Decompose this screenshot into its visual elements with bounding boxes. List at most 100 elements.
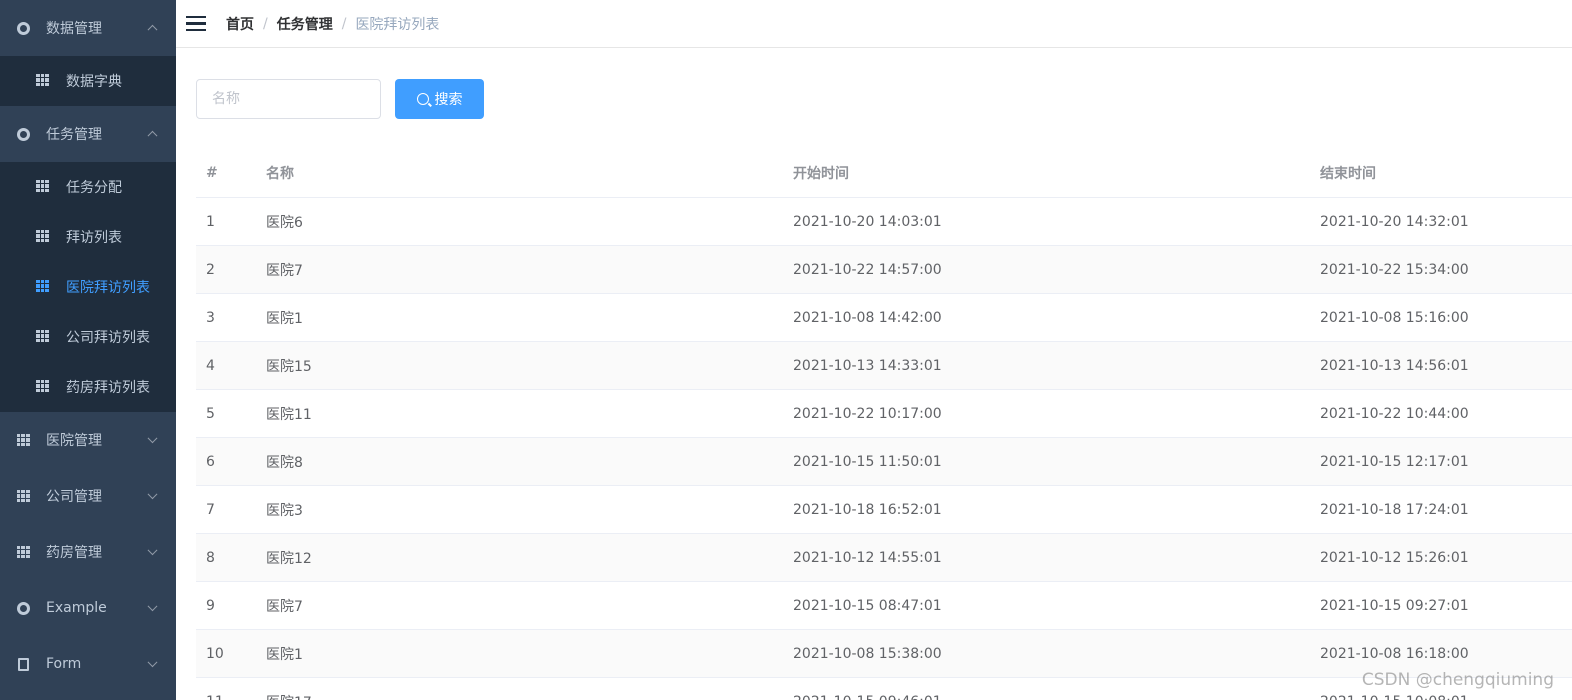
cell-end-time: 2021-10-22 10:44:00 <box>1320 405 1469 422</box>
table-icon <box>36 380 50 394</box>
cell-start-time: 2021-10-15 09:46:01 <box>783 694 1310 700</box>
main-content: 首页 / 任务管理 / 医院拜访列表 搜索 # 名称 开始时间 结束时间 1 医院… <box>176 0 1572 700</box>
chevron-down-icon <box>147 601 158 612</box>
table-icon <box>16 489 30 503</box>
column-header-end-time: 结束时间 <box>1320 166 1376 182</box>
search-button-label: 搜索 <box>434 91 463 108</box>
sidebar-item-1-2[interactable]: 医院拜访列表 <box>0 262 176 312</box>
table-row[interactable]: 1 医院6 2021-10-20 14:03:01 2021-10-20 14:32:… <box>196 198 1572 246</box>
sidebar-group-label: 医院管理 <box>46 433 102 449</box>
cell-name: 医院15 <box>266 358 312 375</box>
table-icon <box>36 330 50 344</box>
cell-name: 医院1 <box>266 646 303 663</box>
cell-name: 医院3 <box>266 502 303 519</box>
table-row[interactable]: 5 医院11 2021-10-22 10:17:00 2021-10-22 10:44… <box>196 390 1572 438</box>
cell-name: 医院17 <box>256 692 783 700</box>
cell-end-time: 2021-10-08 16:18:00 <box>1320 645 1469 662</box>
chevron-down-icon <box>147 545 158 556</box>
breadcrumb-separator: / <box>341 15 347 32</box>
breadcrumb-home[interactable]: 首页 <box>226 14 254 34</box>
breadcrumb-separator: / <box>263 15 268 32</box>
sidebar-item-label: 拜访列表 <box>66 230 122 246</box>
gear-icon <box>16 21 30 35</box>
sidebar-item-label: 数据字典 <box>66 74 122 90</box>
chevron-down-icon <box>147 489 158 500</box>
cell-index: 2 <box>206 261 215 278</box>
table-icon <box>36 230 50 244</box>
name-search-input[interactable] <box>196 78 381 119</box>
navbar: 首页 / 任务管理 / 医院拜访列表 <box>176 0 1572 48</box>
cell-end-time: 2021-10-20 14:32:01 <box>1320 213 1469 230</box>
cell-index: 8 <box>206 549 215 566</box>
gear-icon <box>16 127 30 141</box>
cell-end-time: 2021-10-15 12:17:01 <box>1320 453 1469 470</box>
cell-end-time: 2021-10-15 10:08:01 <box>1310 694 1572 700</box>
cell-index: 3 <box>206 309 215 326</box>
sidebar-group-0[interactable]: 数据管理 <box>0 0 176 56</box>
table-row[interactable]: 2 医院7 2021-10-22 14:57:00 2021-10-22 15:34:… <box>196 246 1572 294</box>
chevron-down-icon <box>147 433 158 444</box>
sidebar-group-6[interactable]: Form <box>0 636 176 692</box>
sidebar-group-1[interactable]: 任务管理 <box>0 106 176 162</box>
cell-index: 9 <box>206 597 215 614</box>
cell-name: 医院12 <box>266 550 312 567</box>
cell-name: 医院8 <box>266 454 303 471</box>
cell-name: 医院7 <box>266 262 303 279</box>
breadcrumb-task-management[interactable]: 任务管理 <box>277 14 333 34</box>
sidebar-item-1-1[interactable]: 拜访列表 <box>0 212 176 262</box>
visit-table: # 名称 开始时间 结束时间 1 医院6 2021-10-20 14:03:01 20… <box>196 149 1572 700</box>
breadcrumb-current: 医院拜访列表 <box>355 16 440 33</box>
sidebar-group-5[interactable]: Example <box>0 580 176 636</box>
cell-end-time: 2021-10-15 09:27:01 <box>1320 597 1469 614</box>
cell-start-time: 2021-10-22 10:17:00 <box>793 405 942 422</box>
sidebar-item-label: 医院拜访列表 <box>66 280 150 296</box>
sidebar-submenu: 任务分配拜访列表医院拜访列表 公司拜访列表 药房拜访列表 <box>0 162 176 412</box>
sidebar-item-label: 公司拜访列表 <box>66 330 150 346</box>
hamburger-menu-icon[interactable] <box>186 15 206 32</box>
table-icon <box>16 433 30 447</box>
sidebar-item-0-0[interactable]: 数据字典 <box>0 56 176 106</box>
sidebar-group-label: 数据管理 <box>46 21 102 37</box>
table-row[interactable]: 3 医院1 2021-10-08 14:42:00 2021-10-08 15:16:… <box>196 294 1572 342</box>
table-body: 1 医院6 2021-10-20 14:03:01 2021-10-20 14:32:… <box>196 198 1572 700</box>
table-icon <box>16 545 30 559</box>
cell-name: 医院1 <box>266 310 303 327</box>
cell-end-time: 2021-10-12 15:26:01 <box>1320 549 1469 566</box>
table-row[interactable]: 6 医院8 2021-10-15 11:50:01 2021-10-15 12:17:… <box>196 438 1572 486</box>
table-icon <box>36 180 50 194</box>
table-row[interactable]: 7 医院3 2021-10-18 16:52:01 2021-10-18 17:24:… <box>196 486 1572 534</box>
search-button[interactable]: 搜索 <box>395 78 484 119</box>
sidebar-group-4[interactable]: 药房管理 <box>0 524 176 580</box>
table-row[interactable]: 8 医院12 2021-10-12 14:55:01 2021-10-12 15:26… <box>196 534 1572 582</box>
breadcrumb: 首页 / 任务管理 / 医院拜访列表 <box>226 14 439 34</box>
sidebar-group-2[interactable]: 医院管理 <box>0 412 176 468</box>
sidebar-group-label: Example <box>46 600 107 616</box>
sidebar: 数据管理数据字典任务管理任务分配拜访列表医院拜访列表 公司拜访列表 药房拜访列表医院… <box>0 0 176 700</box>
sidebar-item-1-4[interactable]: 药房拜访列表 <box>0 362 176 412</box>
cell-name: 医院7 <box>266 598 303 615</box>
search-icon <box>416 92 429 105</box>
cell-index: 7 <box>206 501 215 518</box>
cell-index: 5 <box>206 405 215 422</box>
cell-index: 10 <box>206 645 224 662</box>
sidebar-item-1-0[interactable]: 任务分配 <box>0 162 176 212</box>
sidebar-submenu: 数据字典 <box>0 56 176 106</box>
sidebar-group-label: 药房管理 <box>46 545 102 561</box>
table-icon <box>36 280 50 294</box>
cell-start-time: 2021-10-15 08:47:01 <box>793 597 942 614</box>
cell-start-time: 2021-10-22 14:57:00 <box>793 261 942 278</box>
cell-end-time: 2021-10-08 15:16:00 <box>1320 309 1469 326</box>
sidebar-item-1-3[interactable]: 公司拜访列表 <box>0 312 176 362</box>
sidebar-group-3[interactable]: 公司管理 <box>0 468 176 524</box>
table-row[interactable]: 4 医院15 2021-10-13 14:33:01 2021-10-13 14:56… <box>196 342 1572 390</box>
cell-start-time: 2021-10-18 16:52:01 <box>793 501 942 518</box>
table-row[interactable]: 9 医院7 2021-10-15 08:47:01 2021-10-15 09:27:… <box>196 582 1572 630</box>
cell-index: 1 <box>206 213 215 230</box>
cell-start-time: 2021-10-08 15:38:00 <box>793 645 942 662</box>
table-row[interactable]: 11医院172021-10-15 09:46:012021-10-15 10:0… <box>196 678 1572 700</box>
sidebar-item-label: 药房拜访列表 <box>66 380 150 396</box>
gear-icon <box>16 601 30 615</box>
table-row[interactable]: 10 医院1 2021-10-08 15:38:00 2021-10-08 16:18… <box>196 630 1572 678</box>
sidebar-item-label: 任务分配 <box>66 180 122 196</box>
chevron-up-icon <box>147 24 158 35</box>
